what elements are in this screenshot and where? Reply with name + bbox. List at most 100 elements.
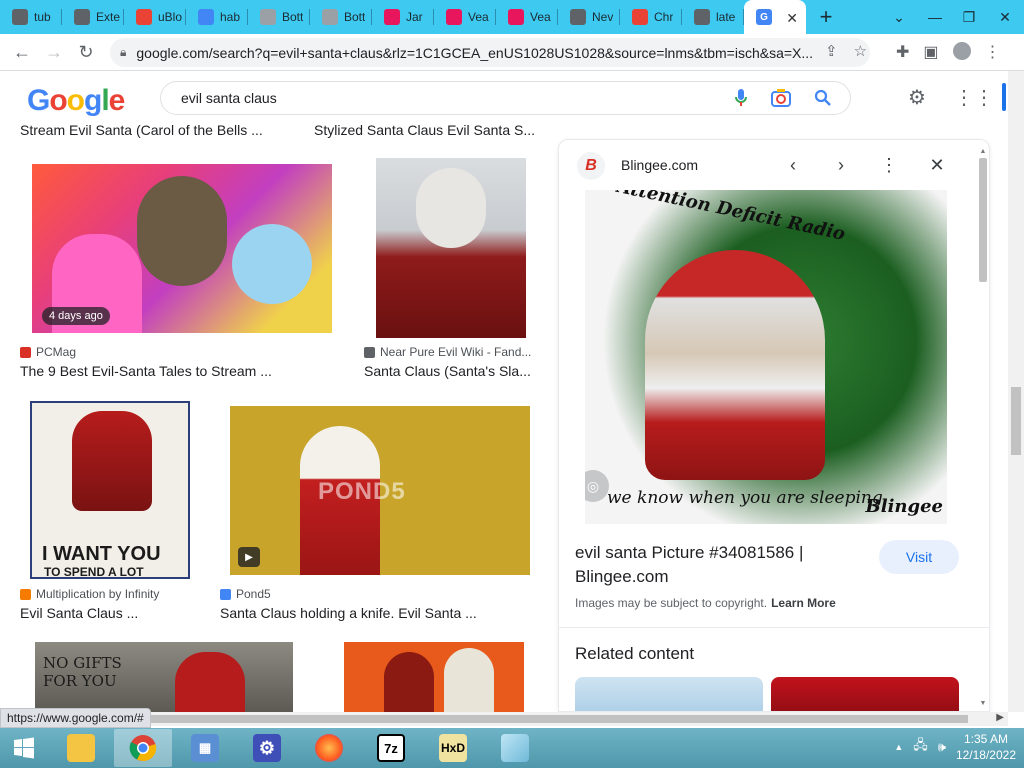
figure-shape: [384, 652, 434, 712]
google-g-icon: G: [756, 9, 772, 25]
notepad-taskbar-button[interactable]: [486, 729, 544, 767]
tab[interactable]: hab: [186, 0, 248, 34]
result-source[interactable]: Near Pure Evil Wiki - Fand...: [364, 345, 531, 359]
result-caption[interactable]: Stream Evil Santa (Carol of the Bells ..…: [20, 122, 290, 138]
visit-button[interactable]: Visit: [879, 540, 959, 574]
result-image-wiki[interactable]: [376, 158, 526, 338]
result-source[interactable]: Pond5: [220, 587, 271, 601]
chrome-taskbar-button[interactable]: [114, 729, 172, 767]
tab[interactable]: Bott: [310, 0, 372, 34]
tab[interactable]: uBlo: [124, 0, 186, 34]
panel-scroll-thumb[interactable]: [979, 158, 987, 282]
lens-camera-icon[interactable]: [770, 88, 792, 108]
result-title[interactable]: The 9 Best Evil-Santa Tales to Stream ..…: [20, 363, 340, 379]
lens-search-icon[interactable]: ◎: [585, 470, 609, 502]
control-panel-taskbar-button[interactable]: ▦: [176, 729, 234, 767]
settings-taskbar-button[interactable]: ⚙: [238, 729, 296, 767]
new-tab-button[interactable]: +: [806, 0, 846, 34]
side-panel-icon[interactable]: ▣: [923, 42, 938, 62]
related-image[interactable]: [771, 677, 959, 711]
status-bar-url: https://www.google.com/#: [0, 708, 151, 728]
file-explorer-taskbar-button[interactable]: [52, 729, 110, 767]
figure-shape: [232, 224, 312, 304]
flame-icon: [508, 9, 524, 25]
more-options-icon[interactable]: ⋮: [877, 153, 901, 177]
network-icon[interactable]: 🖧︎: [913, 736, 928, 758]
reload-icon[interactable]: ↻: [70, 36, 102, 68]
account-edge-indicator: [1002, 83, 1006, 111]
chrome-icon: [136, 9, 152, 25]
image-watermark: Blingee: [865, 496, 943, 517]
tab[interactable]: tub: [0, 0, 62, 34]
tab-active[interactable]: G ✕: [744, 0, 806, 34]
tab[interactable]: Jar: [372, 0, 434, 34]
result-image-poster[interactable]: I WANT YOU TO SPEND A LOT: [30, 401, 190, 579]
page-scroll-thumb[interactable]: [1011, 387, 1021, 455]
image-caption-bottom: we know when you are sleeping: [607, 488, 883, 508]
tab-label: Jar: [406, 10, 423, 24]
url-text: google.com/search?q=evil+santa+claus&rlz…: [136, 44, 814, 61]
tab[interactable]: Nev: [558, 0, 620, 34]
back-arrow-icon[interactable]: ←: [6, 36, 38, 68]
result-title[interactable]: Evil Santa Claus ...: [20, 605, 200, 621]
result-title[interactable]: Santa Claus holding a knife. Evil Santa …: [220, 605, 540, 621]
result-image-no-gifts[interactable]: NO GIFTS FOR YOU: [35, 642, 293, 712]
page-hscroll-thumb[interactable]: [150, 715, 968, 723]
tab-label: Exte: [96, 10, 121, 24]
panel-image-title[interactable]: evil santa Picture #34081586 | Blingee.c…: [575, 541, 855, 589]
7zip-taskbar-button[interactable]: 7z: [362, 729, 420, 767]
result-caption[interactable]: Stylized Santa Claus Evil Santa S...: [314, 122, 544, 138]
pcmag-favicon-icon: [20, 346, 31, 358]
tab-search-chevron-icon[interactable]: ⌄: [882, 0, 916, 34]
firefox-taskbar-button[interactable]: [300, 729, 358, 767]
tab[interactable]: Vea: [496, 0, 558, 34]
google-header: Google evil santa claus ⚙ ⋮⋮⋮: [0, 71, 1014, 125]
share-icon[interactable]: ⇪: [825, 42, 838, 60]
settings-gear-icon[interactable]: ⚙: [908, 85, 926, 110]
google-logo[interactable]: Google: [27, 84, 125, 118]
search-input[interactable]: evil santa claus: [160, 81, 851, 115]
scroll-right-arrow-icon[interactable]: ▶: [996, 712, 1004, 723]
browser-menu-icon[interactable]: ⋮: [985, 42, 1001, 62]
restore-button[interactable]: ❐: [952, 0, 986, 34]
tab[interactable]: Bott: [248, 0, 310, 34]
tab[interactable]: late: [682, 0, 744, 34]
panel-scrollbar[interactable]: ▲ ▼: [978, 148, 988, 708]
volume-icon[interactable]: 🕪︎: [938, 739, 946, 755]
next-chevron-icon[interactable]: ›: [829, 153, 853, 177]
bookmark-star-icon[interactable]: ☆: [854, 42, 867, 60]
result-image-krampus[interactable]: [344, 642, 524, 712]
minimize-button[interactable]: —: [918, 0, 952, 34]
result-source[interactable]: PCMag: [20, 345, 76, 359]
forward-arrow-icon[interactable]: →: [38, 36, 70, 68]
preview-image[interactable]: Attention Deficit Radio we know when you…: [585, 190, 947, 524]
result-title[interactable]: Santa Claus (Santa's Sla...: [364, 363, 534, 379]
address-bar[interactable]: 🔒︎ google.com/search?q=evil+santa+claus&…: [110, 38, 870, 67]
taskbar-clock[interactable]: 1:35 AM 12/18/2022: [956, 731, 1016, 763]
learn-more-link[interactable]: Learn More: [771, 596, 836, 610]
profile-avatar-icon[interactable]: [952, 42, 971, 60]
close-panel-icon[interactable]: ✕: [925, 153, 949, 177]
chrome-icon: [129, 735, 157, 762]
result-image-pond5[interactable]: POND5 ▶: [230, 406, 530, 575]
close-tab-icon[interactable]: ✕: [786, 10, 798, 27]
notepad-icon: [501, 734, 529, 762]
show-hidden-icons-chevron-icon[interactable]: ▲: [894, 742, 903, 752]
related-image[interactable]: [575, 677, 763, 711]
tab[interactable]: Chr: [620, 0, 682, 34]
extensions-puzzle-icon[interactable]: ✚: [896, 42, 909, 62]
page-vertical-scrollbar[interactable]: [1008, 71, 1024, 712]
previous-chevron-icon[interactable]: ‹: [781, 153, 805, 177]
tab-label: hab: [220, 10, 241, 24]
microphone-icon[interactable]: [734, 88, 748, 108]
page-horizontal-scrollbar[interactable]: ▶: [0, 712, 1008, 726]
panel-site-name[interactable]: Blingee.com: [621, 157, 698, 173]
result-source[interactable]: Multiplication by Infinity: [20, 587, 159, 601]
search-icon[interactable]: [814, 89, 832, 107]
start-button[interactable]: [0, 729, 48, 767]
tab[interactable]: Exte: [62, 0, 124, 34]
hxd-taskbar-button[interactable]: HxD: [424, 729, 482, 767]
close-window-button[interactable]: ✕: [988, 0, 1022, 34]
result-image-pcmag[interactable]: 4 days ago: [32, 164, 332, 333]
tab[interactable]: Vea: [434, 0, 496, 34]
